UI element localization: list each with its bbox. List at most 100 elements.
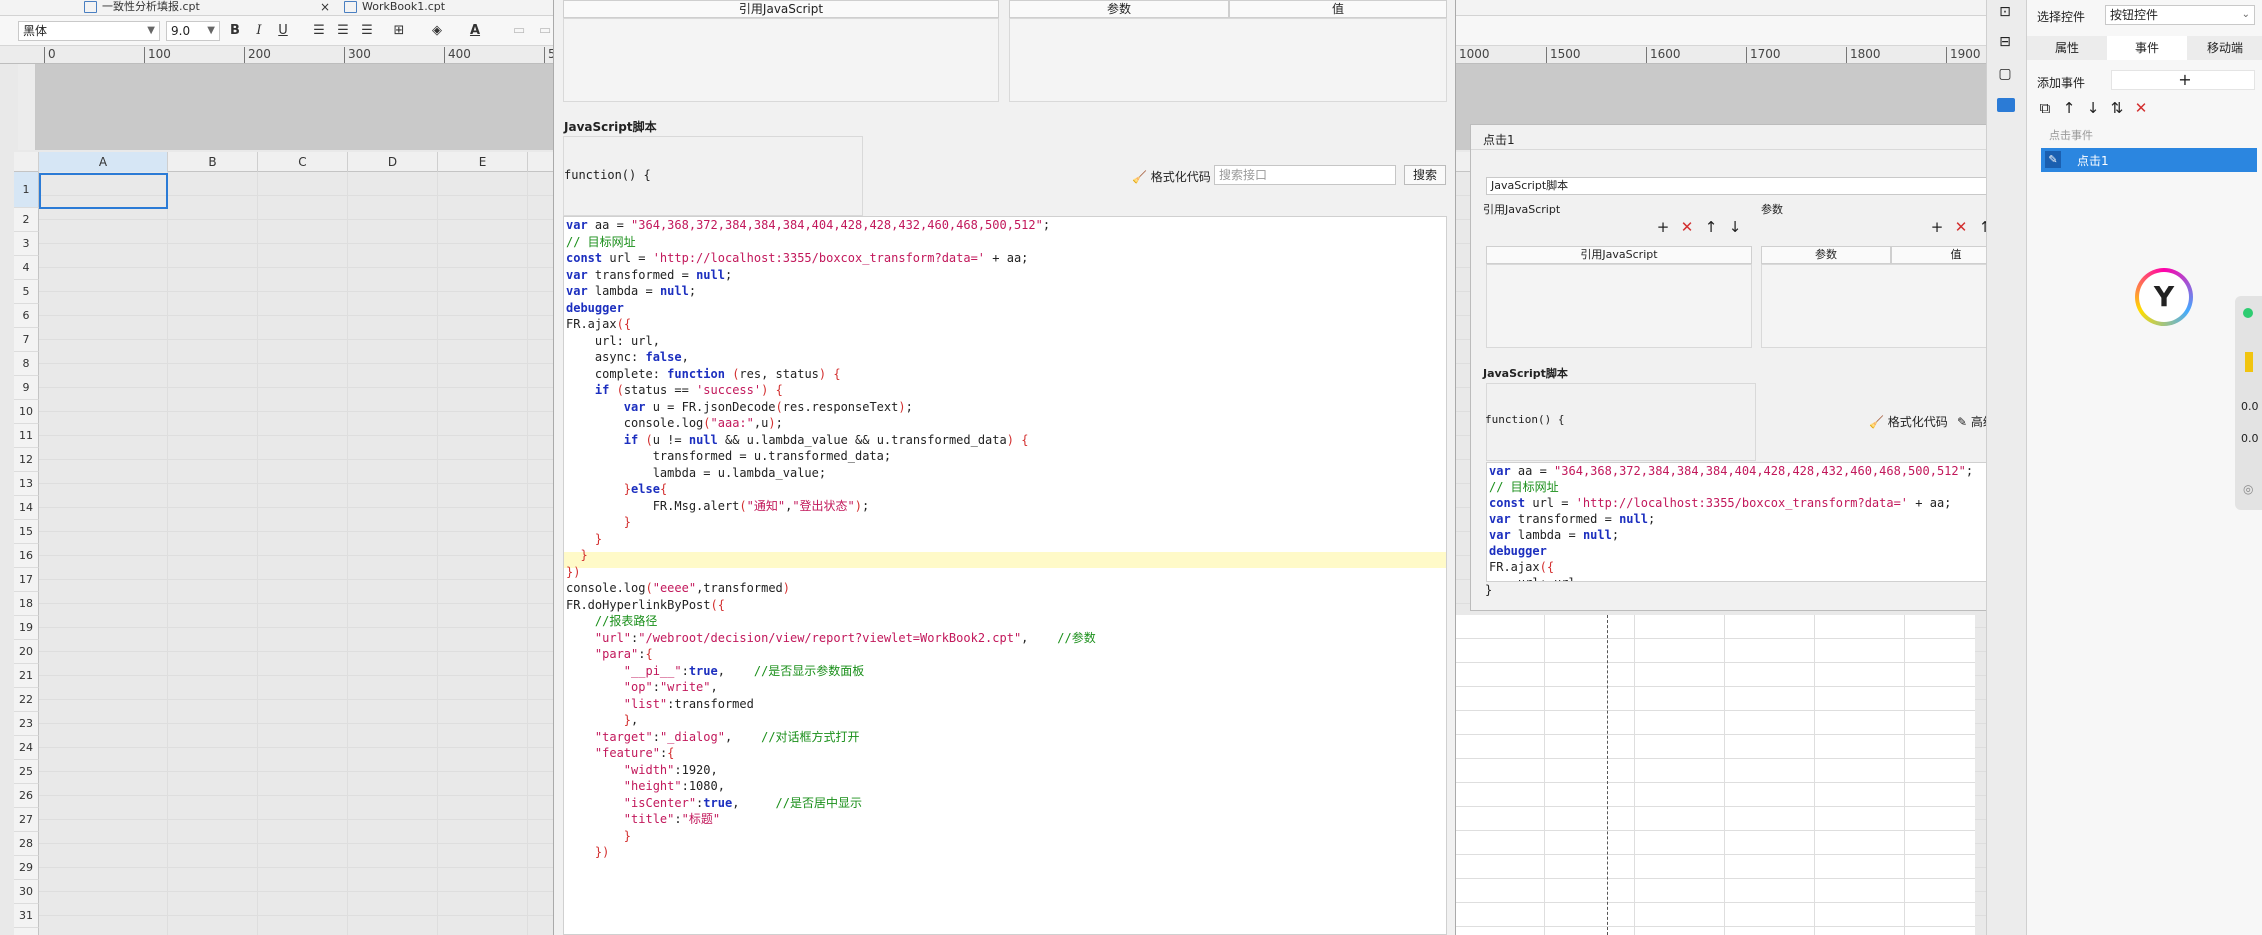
copy-icon[interactable]: ⧉ — [2037, 100, 2053, 116]
row-header-9[interactable]: 9 — [14, 376, 39, 400]
row-header-32[interactable]: 32 — [14, 928, 39, 935]
frame-icon[interactable]: ▢ — [1997, 66, 2013, 82]
unmerge-icon[interactable]: ▭ — [536, 22, 554, 40]
param-table[interactable] — [1009, 18, 1447, 102]
event-panel-icon[interactable] — [1997, 98, 2015, 112]
border-icon[interactable]: ⊞ — [390, 22, 408, 40]
assistant-logo[interactable]: Y — [2135, 268, 2193, 326]
tab-consistency[interactable]: 一致性分析填报.cpt × — [80, 0, 330, 16]
metric-value: 0.0 — [2241, 432, 2259, 445]
row-header-20[interactable]: 20 — [14, 640, 39, 664]
row-header-31[interactable]: 31 — [14, 904, 39, 928]
row-header-16[interactable]: 16 — [14, 544, 39, 568]
delete-icon[interactable]: ✕ — [1953, 219, 1969, 235]
row-header-12[interactable]: 12 — [14, 448, 39, 472]
row-header-2[interactable]: 2 — [14, 208, 39, 232]
code-line: "op":"write", — [623, 680, 718, 694]
param-table[interactable] — [1761, 264, 2021, 348]
tab-mobile[interactable]: 移动端 — [2187, 36, 2262, 60]
search-button[interactable]: 搜索 — [1404, 165, 1446, 185]
format-code-button[interactable]: 🧹 格式化代码 — [1869, 413, 1948, 430]
arrow-up-icon[interactable]: ↑ — [1703, 219, 1719, 235]
select-control-label: 选择控件 — [2037, 10, 2086, 24]
col-header-e[interactable]: E — [438, 152, 528, 172]
bold-button[interactable]: B — [226, 22, 244, 40]
tab-workbook1[interactable]: WorkBook1.cpt — [340, 0, 540, 16]
row-header-29[interactable]: 29 — [14, 856, 39, 880]
row-header-22[interactable]: 22 — [14, 688, 39, 712]
current-line-highlight — [564, 552, 1446, 568]
row-header-10[interactable]: 10 — [14, 400, 39, 424]
col-header-b[interactable]: B — [168, 152, 258, 172]
delete-icon[interactable]: ✕ — [2133, 100, 2149, 116]
code-line: if (u != null && u.lambda_value && u.tra… — [623, 432, 1029, 447]
camera-icon[interactable]: ◎ — [2243, 482, 2253, 496]
select-all-corner[interactable] — [14, 152, 39, 172]
row-header-11[interactable]: 11 — [14, 424, 39, 448]
type-select[interactable]: JavaScript脚本 ⌄ — [1486, 177, 2011, 195]
row-header-30[interactable]: 30 — [14, 880, 39, 904]
close-icon[interactable]: × — [320, 0, 330, 14]
format-code-button[interactable]: 🧹 格式化代码 — [1132, 168, 1211, 185]
code-editor[interactable]: var aa = "364,368,372,384,384,384,404,42… — [563, 216, 1447, 935]
add-icon[interactable]: + — [1929, 219, 1945, 235]
row-header-24[interactable]: 24 — [14, 736, 39, 760]
align-right-icon[interactable]: ☰ — [358, 22, 376, 40]
row-header-6[interactable]: 6 — [14, 304, 39, 328]
row-header-19[interactable]: 19 — [14, 616, 39, 640]
align-left-icon[interactable]: ☰ — [310, 22, 328, 40]
tab-label: 一致性分析填报.cpt — [102, 0, 200, 13]
add-icon[interactable]: + — [1655, 219, 1671, 235]
row-header-1[interactable]: 1 — [14, 172, 39, 208]
code-editor[interactable]: var aa = "364,368,372,384,384,384,404,42… — [1486, 462, 2021, 582]
row-header-23[interactable]: 23 — [14, 712, 39, 736]
arrow-up-icon[interactable]: ↑ — [2061, 100, 2077, 116]
widget-icon[interactable]: ⊡ — [1997, 4, 2013, 20]
row-header-17[interactable]: 17 — [14, 568, 39, 592]
row-header-7[interactable]: 7 — [14, 328, 39, 352]
delete-icon[interactable]: ✕ — [1679, 219, 1695, 235]
cell-element-icon[interactable]: ⊟ — [1997, 34, 2013, 50]
merge-icon[interactable]: ▭ — [510, 22, 528, 40]
row-header-18[interactable]: 18 — [14, 592, 39, 616]
selected-cell-a1[interactable] — [39, 173, 168, 209]
code-line: async: false, — [566, 350, 689, 364]
fill-color-icon[interactable]: ◈ — [428, 22, 446, 40]
search-input[interactable]: 搜索接口 — [1214, 165, 1396, 185]
event-item-click1[interactable]: ✎ 点击1 — [2041, 148, 2257, 172]
italic-button[interactable]: I — [250, 22, 268, 40]
arrow-down-icon[interactable]: ↓ — [2085, 100, 2101, 116]
control-select[interactable]: 按钮控件 ⌄ — [2105, 5, 2255, 25]
align-center-icon[interactable]: ☰ — [334, 22, 352, 40]
row-header-4[interactable]: 4 — [14, 256, 39, 280]
tab-events[interactable]: 事件 — [2107, 36, 2187, 60]
ref-js-list[interactable] — [563, 18, 999, 102]
font-color-icon[interactable]: A — [466, 22, 484, 40]
row-header-13[interactable]: 13 — [14, 472, 39, 496]
col-header-d[interactable]: D — [348, 152, 438, 172]
arrow-down-icon[interactable]: ↓ — [1727, 219, 1743, 235]
row-header-27[interactable]: 27 — [14, 808, 39, 832]
add-event-button[interactable]: + — [2111, 70, 2255, 90]
row-header-5[interactable]: 5 — [14, 280, 39, 304]
row-header-21[interactable]: 21 — [14, 664, 39, 688]
row-header-15[interactable]: 15 — [14, 520, 39, 544]
sort-icon[interactable]: ⇅ — [2109, 100, 2125, 116]
underline-button[interactable]: U — [274, 22, 292, 40]
font-family-select[interactable]: 黑体 ▼ — [18, 21, 160, 41]
row-header-14[interactable]: 14 — [14, 496, 39, 520]
ref-js-list[interactable] — [1486, 264, 1752, 348]
code-line: if (status == 'success') { — [594, 383, 783, 397]
row-header-8[interactable]: 8 — [14, 352, 39, 376]
tab-attributes[interactable]: 属性 — [2027, 36, 2107, 60]
type-select-value: JavaScript脚本 — [1491, 179, 1569, 192]
col-header-a[interactable]: A — [39, 152, 168, 172]
row-header-26[interactable]: 26 — [14, 784, 39, 808]
row-header-25[interactable]: 25 — [14, 760, 39, 784]
row-header-3[interactable]: 3 — [14, 232, 39, 256]
row-header-28[interactable]: 28 — [14, 832, 39, 856]
col-header-c[interactable]: C — [258, 152, 348, 172]
cell-grid-right[interactable] — [1455, 615, 1975, 935]
font-size-select[interactable]: 9.0 ▼ — [166, 21, 220, 41]
code-line: "width":1920, — [623, 762, 718, 777]
